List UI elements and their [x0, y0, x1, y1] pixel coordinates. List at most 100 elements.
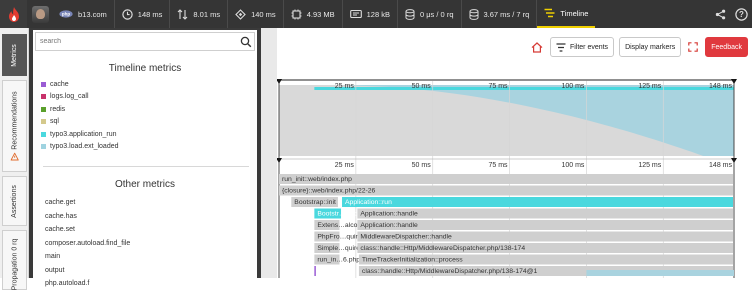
memory-metric[interactable]: 4.93 MB	[284, 0, 343, 28]
feedback-button[interactable]: Feedback	[705, 37, 748, 57]
timeline-span-label: class::handle::Http/MiddlewareDispatcher…	[362, 268, 538, 275]
other-metric-item[interactable]: php.autoload.f	[45, 277, 130, 291]
svg-text:?: ?	[739, 10, 744, 19]
legend-swatch	[41, 106, 46, 112]
avatar[interactable]	[32, 5, 49, 23]
tab-propagation-label: Propagation 0 rq	[11, 238, 19, 291]
timeline-span-label: Bootstrap::init	[294, 199, 336, 206]
share-icon[interactable]	[715, 9, 726, 20]
timeline-span-label: MiddlewareDispatcher::handle	[360, 234, 452, 241]
legend-label: cache	[50, 80, 69, 88]
legend-item[interactable]: sql	[41, 116, 119, 129]
metrics-panel: Timeline metrics cache logs.log_callredis…	[29, 28, 261, 287]
tab-timeline[interactable]: Timeline	[537, 0, 596, 28]
timeline-span-label: run_init::web/index.php	[282, 176, 352, 183]
tab-propagation[interactable]: Propagation 0 rq	[2, 230, 27, 290]
other-metric-item[interactable]: output	[45, 264, 130, 278]
legend-label: sql	[50, 118, 59, 126]
timeline-span-label: {closure}::web/index.php/22-26	[282, 188, 376, 195]
database-icon	[405, 8, 415, 20]
legend-label: typo3.application_run	[50, 130, 117, 138]
network-metric[interactable]: 128 kB	[343, 0, 398, 28]
other-metric-item[interactable]: cache.has	[45, 210, 130, 224]
tick-label: 125 ms	[638, 162, 661, 169]
timeline-metrics-title: Timeline metrics	[108, 63, 182, 74]
network-icon	[349, 9, 362, 18]
io-time-metric[interactable]: 8.01 ms	[170, 0, 229, 28]
metrics-panel-content: Timeline metrics cache logs.log_callredis…	[33, 30, 257, 287]
tick-label: 25 ms	[335, 83, 355, 90]
top-toolbar: php b13.com 148 ms 8.01 ms 140 ms 4.93 M…	[0, 0, 752, 28]
tab-recommendations[interactable]: Recommendations	[2, 80, 27, 172]
legend-item[interactable]: redis	[41, 103, 119, 116]
tick-label: 25 ms	[335, 162, 355, 169]
other-metric-item[interactable]: cache.set	[45, 223, 130, 237]
host-label: b13.com	[78, 9, 107, 19]
home-icon	[531, 41, 543, 53]
filter-icon	[556, 42, 566, 52]
detail-start-handle	[277, 158, 282, 163]
other-metrics-list: cache.get cache.has cache.set composer.auto…	[45, 196, 130, 291]
fullscreen-button[interactable]	[686, 37, 701, 57]
search-box[interactable]	[35, 32, 255, 51]
legend-swatch	[41, 131, 46, 137]
blackfire-logo-icon[interactable]	[0, 0, 27, 28]
network-value: 128 kB	[366, 9, 390, 19]
wall-time-value: 148 ms	[137, 9, 163, 19]
memory-icon	[291, 9, 302, 19]
database-icon	[469, 8, 478, 20]
tab-assertions-label: Assertions	[11, 184, 18, 218]
side-tabs: Metrics Recommendations Assertions Propa…	[0, 28, 29, 290]
legend-swatch	[41, 81, 46, 87]
other-metric-item[interactable]: composer.autoload.find_file	[45, 237, 130, 251]
display-markers-button[interactable]: Display markers	[619, 37, 682, 57]
timeline-metrics-list: cache logs.log_call redis sql typo3.applicat…	[41, 78, 119, 153]
cpu-icon	[235, 8, 246, 20]
tick-label: 125 ms	[638, 83, 661, 90]
timeline-span-label: Simple…quire	[317, 245, 360, 252]
other-metric-item[interactable]: main	[45, 250, 130, 264]
sql-metric[interactable]: 3.67 ms / 7 rq	[462, 0, 538, 28]
tab-metrics[interactable]: Metrics	[2, 34, 27, 76]
search-icon[interactable]	[240, 36, 252, 48]
help-icon[interactable]: ?	[735, 7, 748, 21]
wall-time-metric[interactable]: 148 ms	[115, 0, 171, 28]
filter-events-button[interactable]: Filter events	[549, 37, 615, 57]
display-markers-label: Display markers	[625, 43, 676, 51]
legend-label: redis	[50, 105, 66, 113]
cpu-time-value: 140 ms	[251, 9, 276, 19]
tab-recommendations-label: Recommendations	[10, 91, 19, 161]
host-item[interactable]: php b13.com	[49, 0, 115, 28]
tick-label: 148 ms	[709, 83, 732, 90]
legend-item[interactable]: logs.log_call	[41, 91, 119, 104]
arrows-vertical-icon	[178, 8, 188, 20]
sql-value: 3.67 ms / 7 rq	[483, 9, 530, 19]
home-button[interactable]	[528, 37, 545, 57]
feedback-label: Feedback	[711, 43, 742, 51]
other-metric-item[interactable]: cache.get	[45, 196, 130, 210]
tab-metrics-label: Metrics	[11, 43, 18, 67]
memory-value: 4.93 MB	[306, 9, 335, 19]
cpu-time-metric[interactable]: 140 ms	[228, 0, 284, 28]
http-metric[interactable]: 0 μs / 0 rq	[398, 0, 462, 28]
tick-label: 148 ms	[709, 162, 732, 169]
timeline-chart[interactable]: 25 ms 25 ms 50 ms 50 ms 75 ms 75 ms 100 ms 100 …	[277, 79, 752, 278]
timeline-span-label: Bootstr…alconf	[317, 211, 364, 218]
search-input[interactable]	[40, 38, 230, 45]
tick-label: 50 ms	[412, 162, 432, 169]
cache-call-mark	[314, 266, 316, 276]
svg-text:php: php	[62, 12, 70, 17]
timeline-span-label: run_in…6.php	[317, 257, 360, 264]
io-time-value: 8.01 ms	[193, 9, 221, 19]
tab-timeline-label: Timeline	[560, 8, 589, 18]
timeline-span[interactable]	[342, 197, 733, 207]
tab-assertions[interactable]: Assertions	[2, 176, 27, 226]
legend-label: typo3.load.ext_loaded	[50, 143, 119, 151]
legend-swatch	[41, 119, 46, 125]
tick-label: 50 ms	[412, 83, 432, 90]
legend-item[interactable]: typo3.application_run	[41, 128, 119, 141]
tick-label: 75 ms	[489, 162, 509, 169]
legend-item[interactable]: typo3.load.ext_loaded	[41, 141, 119, 154]
legend-item[interactable]: cache	[41, 78, 119, 91]
timeline-span-label: Application::handle	[360, 211, 418, 218]
